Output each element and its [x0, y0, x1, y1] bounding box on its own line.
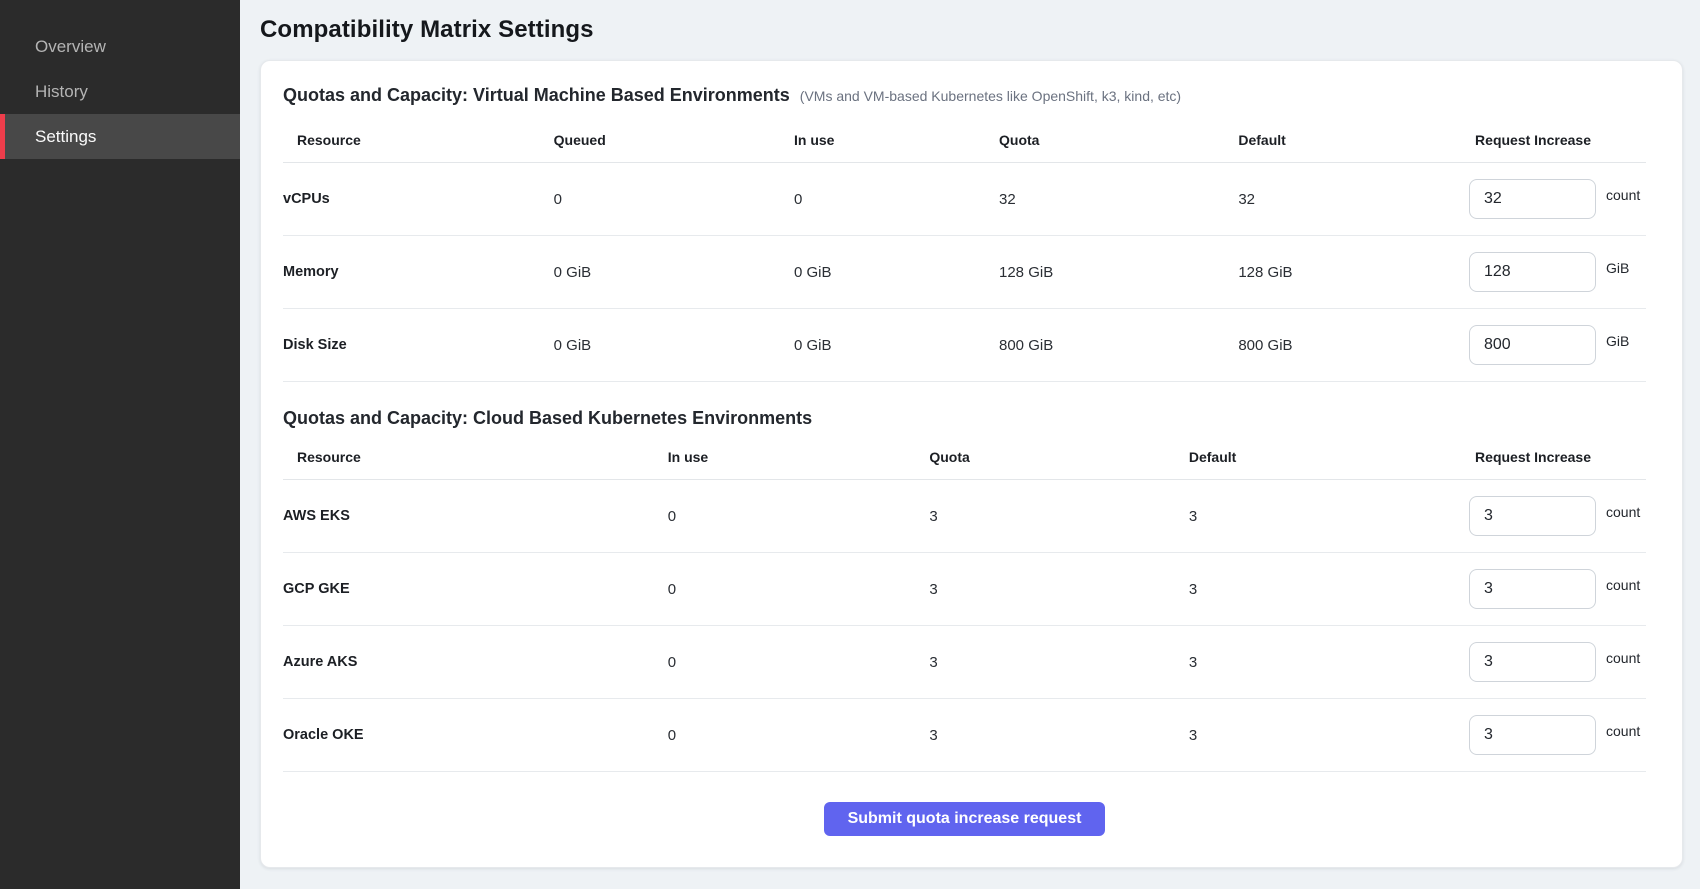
- cell-resource: Oracle OKE: [283, 727, 668, 743]
- cell-resource: Azure AKS: [283, 654, 668, 670]
- unit-label: count: [1606, 577, 1646, 593]
- cell-quota: 3: [929, 727, 1189, 744]
- cell-quota: 3: [929, 508, 1189, 525]
- unit-label: GiB: [1606, 260, 1646, 276]
- request-increase-input[interactable]: [1469, 252, 1596, 292]
- section-cloud-kubernetes: Quotas and Capacity: Cloud Based Kuberne…: [283, 408, 1646, 772]
- table-row-oracle-oke: Oracle OKE 0 3 3 count: [283, 699, 1646, 772]
- table-header-row: Resource In use Quota Default Request In…: [283, 429, 1646, 480]
- request-increase-input[interactable]: [1469, 569, 1596, 609]
- cell-queued: 0 GiB: [554, 264, 794, 281]
- request-increase-cell: count: [1406, 569, 1646, 609]
- cell-default: 32: [1238, 191, 1406, 208]
- cell-quota: 800 GiB: [999, 337, 1238, 354]
- unit-label: count: [1606, 650, 1646, 666]
- column-header-in-use: In use: [794, 132, 999, 148]
- sidebar-item-overview[interactable]: Overview: [0, 24, 240, 69]
- cell-quota: 32: [999, 191, 1238, 208]
- request-increase-input[interactable]: [1469, 642, 1596, 682]
- cell-default: 3: [1189, 581, 1406, 598]
- request-increase-input[interactable]: [1469, 179, 1596, 219]
- table-row-disk-size: Disk Size 0 GiB 0 GiB 800 GiB 800 GiB Gi…: [283, 309, 1646, 382]
- request-increase-cell: count: [1406, 179, 1646, 219]
- cell-default: 128 GiB: [1238, 264, 1406, 281]
- cell-resource: GCP GKE: [283, 581, 668, 597]
- submit-quota-increase-button[interactable]: Submit quota increase request: [824, 802, 1106, 836]
- app-window: Overview History Settings Compatibility …: [0, 0, 1700, 889]
- unit-label: count: [1606, 723, 1646, 739]
- request-increase-cell: GiB: [1406, 325, 1646, 365]
- cell-in-use: 0: [668, 654, 930, 671]
- table-row-aws-eks: AWS EKS 0 3 3 count: [283, 480, 1646, 553]
- cell-in-use: 0 GiB: [794, 264, 999, 281]
- section-vm-environments: Quotas and Capacity: Virtual Machine Bas…: [283, 85, 1646, 382]
- page-title: Compatibility Matrix Settings: [260, 16, 1683, 44]
- sidebar-item-settings[interactable]: Settings: [0, 114, 240, 159]
- cell-quota: 3: [929, 581, 1189, 598]
- section-note-vm: (VMs and VM-based Kubernetes like OpenSh…: [800, 88, 1181, 104]
- column-header-request-increase: Request Increase: [1475, 132, 1646, 148]
- cell-resource: Disk Size: [283, 337, 554, 353]
- request-increase-input[interactable]: [1469, 496, 1596, 536]
- cell-queued: 0: [554, 191, 794, 208]
- column-header-in-use: In use: [668, 449, 930, 465]
- cell-in-use: 0 GiB: [794, 337, 999, 354]
- section-title-cloud: Quotas and Capacity: Cloud Based Kuberne…: [283, 408, 812, 429]
- table-row-vcpus: vCPUs 0 0 32 32 count: [283, 163, 1646, 236]
- cell-in-use: 0: [668, 581, 930, 598]
- sidebar-nav: Overview History Settings: [0, 0, 240, 159]
- table-row-gcp-gke: GCP GKE 0 3 3 count: [283, 553, 1646, 626]
- column-header-quota: Quota: [929, 449, 1189, 465]
- cell-default: 3: [1189, 727, 1406, 744]
- settings-card: Quotas and Capacity: Virtual Machine Bas…: [260, 60, 1683, 868]
- cell-resource: vCPUs: [283, 191, 554, 207]
- actions-bar: Submit quota increase request: [283, 772, 1646, 836]
- cell-in-use: 0: [668, 727, 930, 744]
- cell-default: 800 GiB: [1238, 337, 1406, 354]
- cell-default: 3: [1189, 508, 1406, 525]
- column-header-default: Default: [1189, 449, 1406, 465]
- request-increase-cell: count: [1406, 642, 1646, 682]
- request-increase-input[interactable]: [1469, 325, 1596, 365]
- column-header-queued: Queued: [554, 132, 794, 148]
- cell-default: 3: [1189, 654, 1406, 671]
- unit-label: count: [1606, 187, 1646, 203]
- cell-quota: 3: [929, 654, 1189, 671]
- column-header-resource: Resource: [283, 132, 554, 148]
- sidebar: Overview History Settings: [0, 0, 240, 889]
- table-row-memory: Memory 0 GiB 0 GiB 128 GiB 128 GiB GiB: [283, 236, 1646, 309]
- table-row-azure-aks: Azure AKS 0 3 3 count: [283, 626, 1646, 699]
- cell-in-use: 0: [668, 508, 930, 525]
- column-header-default: Default: [1238, 132, 1406, 148]
- section-title-vm: Quotas and Capacity: Virtual Machine Bas…: [283, 85, 790, 106]
- request-increase-input[interactable]: [1469, 715, 1596, 755]
- cell-in-use: 0: [794, 191, 999, 208]
- request-increase-cell: count: [1406, 496, 1646, 536]
- table-header-row: Resource Queued In use Quota Default Req…: [283, 106, 1646, 163]
- cell-queued: 0 GiB: [554, 337, 794, 354]
- column-header-resource: Resource: [283, 449, 668, 465]
- column-header-request-increase: Request Increase: [1475, 449, 1646, 465]
- request-increase-cell: GiB: [1406, 252, 1646, 292]
- unit-label: GiB: [1606, 333, 1646, 349]
- main-content: Compatibility Matrix Settings Quotas and…: [240, 0, 1700, 889]
- cell-resource: Memory: [283, 264, 554, 280]
- cell-quota: 128 GiB: [999, 264, 1238, 281]
- sidebar-item-history[interactable]: History: [0, 69, 240, 114]
- cell-resource: AWS EKS: [283, 508, 668, 524]
- request-increase-cell: count: [1406, 715, 1646, 755]
- column-header-quota: Quota: [999, 132, 1238, 148]
- unit-label: count: [1606, 504, 1646, 520]
